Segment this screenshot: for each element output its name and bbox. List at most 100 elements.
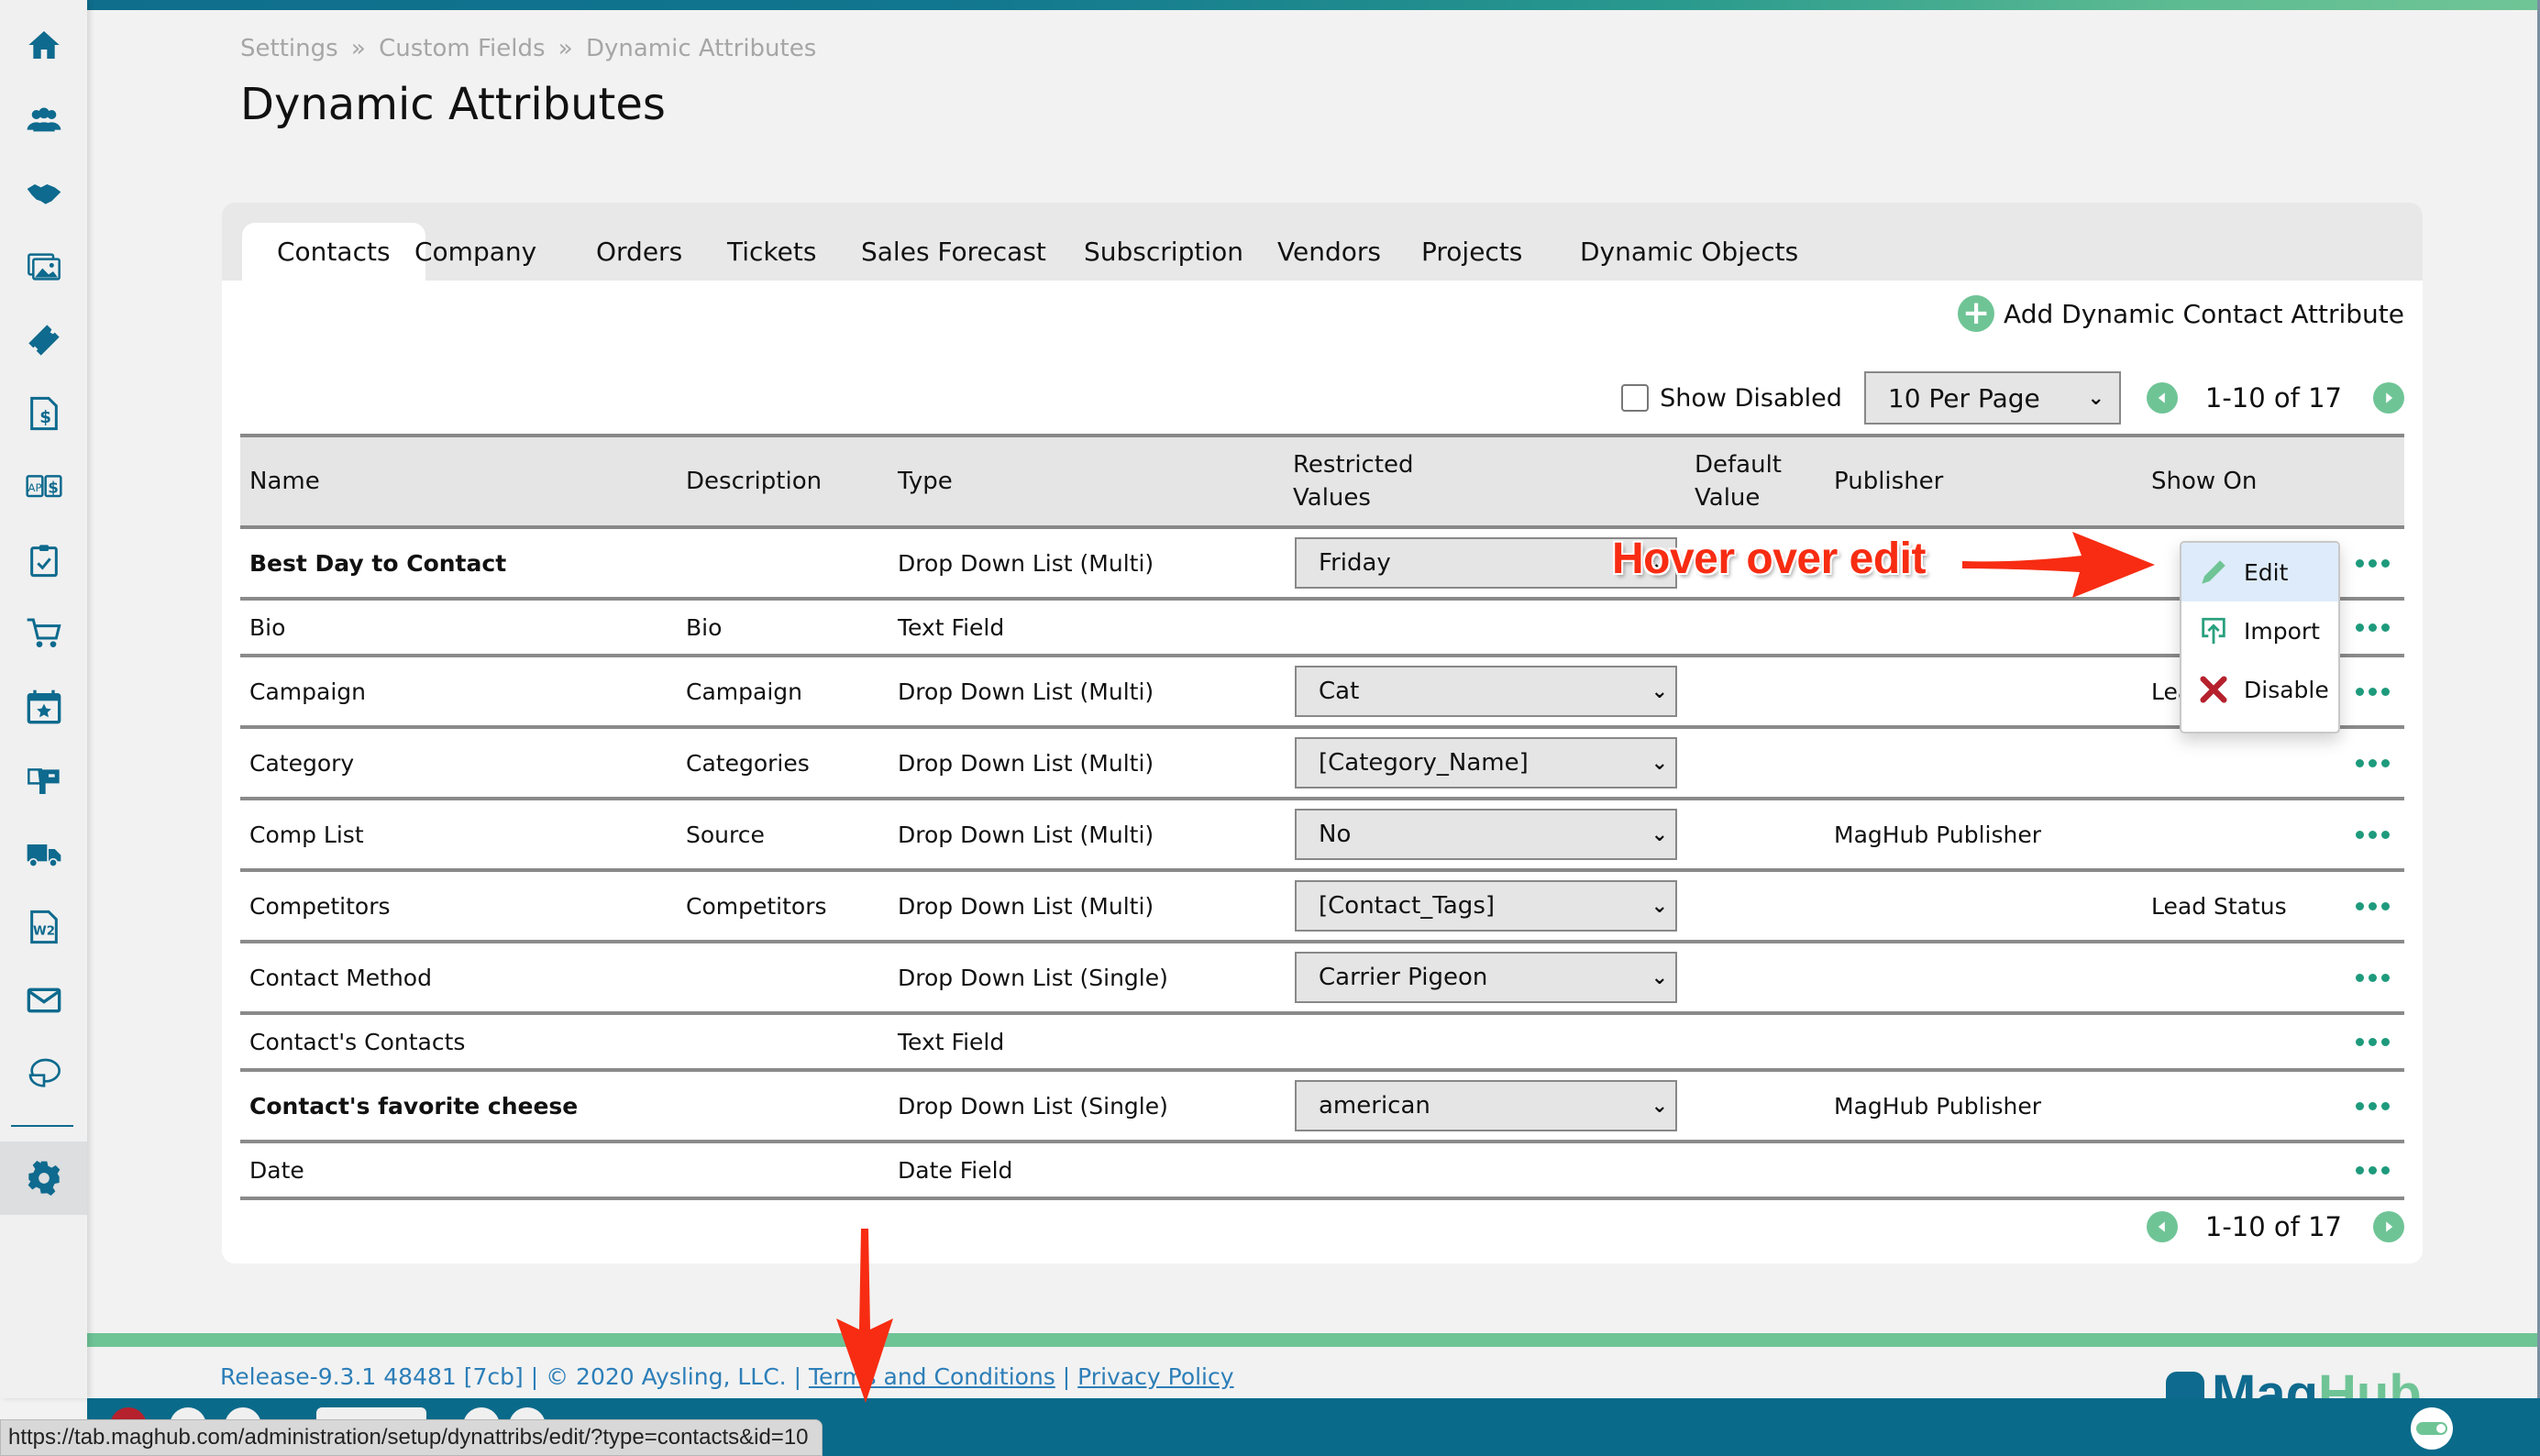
sidebar-item-reports[interactable]	[0, 1045, 87, 1102]
sidebar-divider	[11, 1125, 73, 1127]
home-icon	[28, 31, 60, 59]
cell-description: Bio	[686, 613, 723, 641]
table-controls: Show Disabled 10 Per Page ⌄ 1-10 of 17	[1621, 370, 2404, 425]
row-actions-button[interactable]	[2356, 943, 2390, 1011]
sidebar-item-w2[interactable]: W2	[0, 899, 87, 955]
tab-company[interactable]: Company	[396, 223, 555, 281]
sidebar-item-vendors[interactable]	[0, 825, 87, 882]
menu-item-import[interactable]: Import	[2181, 601, 2338, 660]
tab-subscription[interactable]: Subscription	[1066, 223, 1262, 281]
cell-description: Categories	[686, 749, 810, 777]
col-header-restricted-values[interactable]: Restricted Values	[1293, 437, 1414, 525]
svg-text:$: $	[39, 408, 51, 427]
table-row[interactable]: Campaign Campaign Drop Down List (Multi) Ca…	[240, 657, 2404, 729]
row-actions-button[interactable]	[2356, 601, 2390, 654]
table-row[interactable]: Contact's favorite cheese Drop Down List …	[240, 1072, 2404, 1143]
sidebar: $ AP $ W2	[0, 0, 87, 1398]
ellipsis-dot-icon	[2356, 973, 2364, 982]
sidebar-item-invoices[interactable]: $	[0, 385, 87, 442]
annotation-arrow-down-icon	[836, 1229, 893, 1403]
sidebar-item-settings[interactable]	[0, 1142, 87, 1215]
row-actions-button[interactable]	[2356, 657, 2390, 725]
tab-sales-forecast[interactable]: Sales Forecast	[843, 223, 1065, 281]
chevron-down-icon: ⌄	[1651, 751, 1668, 775]
menu-item-edit[interactable]: Edit	[2181, 543, 2338, 601]
col-header-publisher[interactable]: Publisher	[1834, 437, 1943, 525]
sidebar-item-mail[interactable]	[0, 752, 87, 809]
row-actions-button[interactable]	[2356, 1015, 2390, 1068]
ellipsis-dot-icon	[2369, 1101, 2377, 1110]
menu-item-disable[interactable]: Disable	[2181, 660, 2338, 719]
per-page-select[interactable]: 10 Per Page ⌄	[1863, 371, 2121, 425]
sidebar-item-deals[interactable]	[0, 165, 87, 222]
tab-dynamic-objects[interactable]: Dynamic Objects	[1562, 223, 1817, 281]
caret-left-icon	[2158, 1221, 2165, 1232]
sidebar-item-contacts[interactable]	[0, 91, 87, 148]
restricted-values-select[interactable]: Carrier Pigeon ⌄	[1295, 952, 1677, 1003]
tab-vendors[interactable]: Vendors	[1259, 223, 1399, 281]
tab-projects[interactable]: Projects	[1403, 223, 1541, 281]
ellipsis-dot-icon	[2356, 901, 2364, 910]
sidebar-item-calendar[interactable]	[0, 678, 87, 735]
add-dynamic-attribute-button[interactable]: + Add Dynamic Contact Attribute	[1958, 295, 2404, 332]
sidebar-item-orders[interactable]	[0, 605, 87, 662]
row-actions-button[interactable]	[2356, 1072, 2390, 1140]
row-actions-button[interactable]	[2356, 872, 2390, 940]
svg-text:AP: AP	[28, 481, 41, 494]
restricted-values-select[interactable]: [Contact_Tags] ⌄	[1295, 880, 1677, 932]
show-disabled-checkbox[interactable]	[1621, 384, 1650, 412]
cell-show-on: Lead Status	[2151, 892, 2287, 920]
cell-name: Comp List	[249, 821, 364, 848]
footer-divider	[87, 1333, 2540, 1347]
breadcrumb-current: Dynamic Attributes	[585, 35, 817, 62]
sidebar-item-ap-ar[interactable]: AP $	[0, 458, 87, 515]
cell-name: Category	[249, 749, 355, 777]
table-row[interactable]: Date Date Field	[240, 1143, 2404, 1200]
next-page-button-bottom[interactable]	[2373, 1211, 2404, 1242]
next-page-button[interactable]	[2373, 382, 2404, 414]
restricted-values-select[interactable]: No ⌄	[1295, 809, 1677, 860]
show-disabled-toggle[interactable]: Show Disabled	[1621, 384, 1842, 413]
tab-tickets[interactable]: Tickets	[709, 223, 834, 281]
sidebar-item-email[interactable]	[0, 972, 87, 1029]
ellipsis-dot-icon	[2369, 623, 2377, 632]
row-actions-button[interactable]	[2356, 800, 2390, 868]
breadcrumb: Settings » Custom Fields » Dynamic Attri…	[240, 35, 822, 62]
sidebar-item-home[interactable]	[0, 17, 87, 73]
row-actions-button[interactable]	[2356, 529, 2390, 597]
table-row[interactable]: Bio Bio Text Field	[240, 601, 2404, 657]
cell-name: Campaign	[249, 678, 366, 705]
restricted-values-select[interactable]: american ⌄	[1295, 1080, 1677, 1131]
row-actions-button[interactable]	[2356, 729, 2390, 797]
col-header-description[interactable]: Description	[686, 437, 822, 525]
sidebar-item-tasks[interactable]	[0, 532, 87, 589]
prev-page-button[interactable]	[2146, 382, 2178, 414]
table-row[interactable]: Category Categories Drop Down List (Multi)…	[240, 729, 2404, 800]
table-row[interactable]: Competitors Competitors Drop Down List (Mu…	[240, 872, 2404, 943]
restricted-values-select[interactable]: [Category_Name] ⌄	[1295, 737, 1677, 789]
col-header-show-on[interactable]: Show On	[2151, 437, 2257, 525]
row-actions-button[interactable]	[2356, 1143, 2390, 1197]
cell-publisher: MagHub Publisher	[1834, 1092, 2041, 1120]
show-disabled-label: Show Disabled	[1660, 383, 1842, 413]
restricted-values-value: Cat	[1319, 678, 1360, 705]
theme-toggle[interactable]	[2411, 1407, 2453, 1450]
sidebar-item-media[interactable]	[0, 238, 87, 295]
table-row[interactable]: Contact's Contacts Text Field	[240, 1015, 2404, 1072]
prev-page-button-bottom[interactable]	[2146, 1211, 2178, 1242]
breadcrumb-settings[interactable]: Settings	[240, 35, 338, 62]
restricted-values-value: american	[1319, 1092, 1430, 1120]
tab-orders[interactable]: Orders	[578, 223, 701, 281]
table-row[interactable]: Comp List Source Drop Down List (Multi) No ⌄…	[240, 800, 2404, 872]
per-page-value: 10 Per Page	[1887, 382, 2040, 414]
col-header-default-value[interactable]: Default Value	[1695, 437, 1782, 525]
ellipsis-dot-icon	[2381, 830, 2390, 839]
col-header-type[interactable]: Type	[898, 437, 953, 525]
privacy-link[interactable]: Privacy Policy	[1077, 1363, 1233, 1390]
table-row[interactable]: Contact Method Drop Down List (Single) Car…	[240, 943, 2404, 1015]
restricted-values-select[interactable]: Cat ⌄	[1295, 666, 1677, 717]
col-header-name[interactable]: Name	[249, 437, 320, 525]
breadcrumb-custom-fields[interactable]: Custom Fields	[379, 35, 545, 62]
restricted-values-value: [Contact_Tags]	[1319, 892, 1496, 920]
sidebar-item-tickets[interactable]	[0, 312, 87, 369]
